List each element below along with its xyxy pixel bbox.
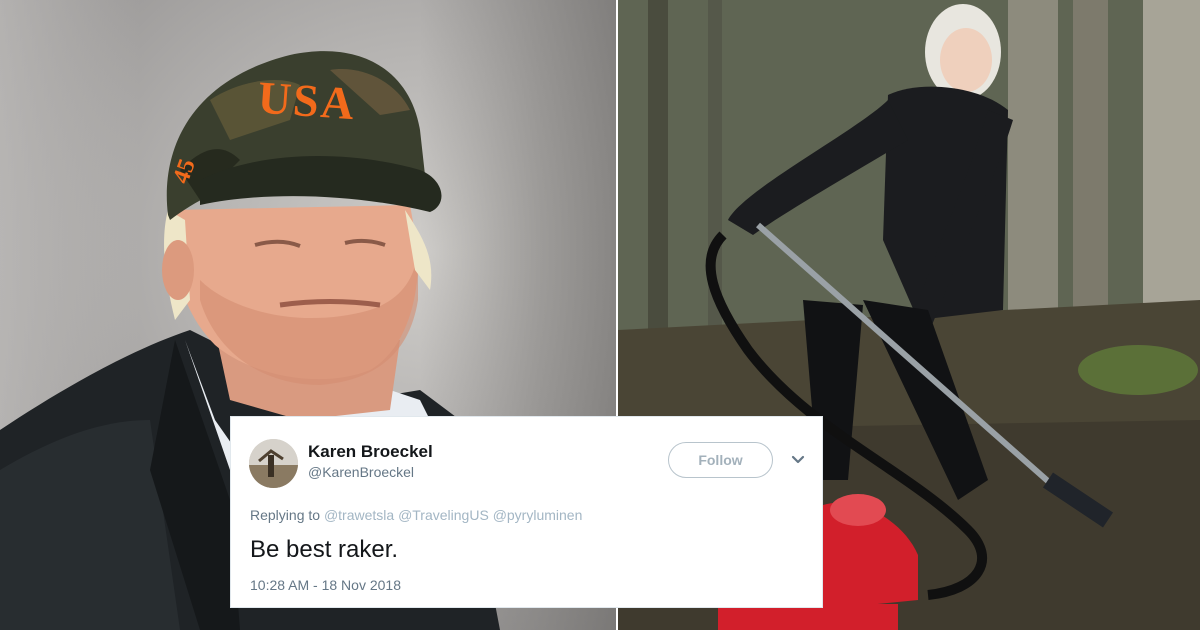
tweet-card: Karen Broeckel @KarenBroeckel Follow Rep… bbox=[230, 416, 823, 608]
mention-link[interactable]: @pyryluminen bbox=[493, 507, 583, 523]
display-name[interactable]: Karen Broeckel bbox=[308, 442, 433, 462]
replying-to-line: Replying to @trawetsla @TravelingUS @pyr… bbox=[250, 507, 582, 523]
avatar-image bbox=[249, 439, 298, 488]
cap-lettering: USA bbox=[256, 71, 358, 130]
avatar[interactable] bbox=[249, 439, 298, 488]
mention-link[interactable]: @TravelingUS bbox=[398, 507, 489, 523]
follow-button[interactable]: Follow bbox=[668, 442, 773, 478]
tweet-text: Be best raker. bbox=[250, 536, 399, 563]
replying-prefix: Replying to bbox=[250, 507, 321, 523]
user-handle[interactable]: @KarenBroeckel bbox=[308, 464, 414, 480]
chevron-down-icon[interactable] bbox=[791, 455, 805, 465]
tweet-timestamp[interactable]: 10:28 AM - 18 Nov 2018 bbox=[250, 577, 401, 593]
mention-link[interactable]: @trawetsla bbox=[324, 507, 394, 523]
